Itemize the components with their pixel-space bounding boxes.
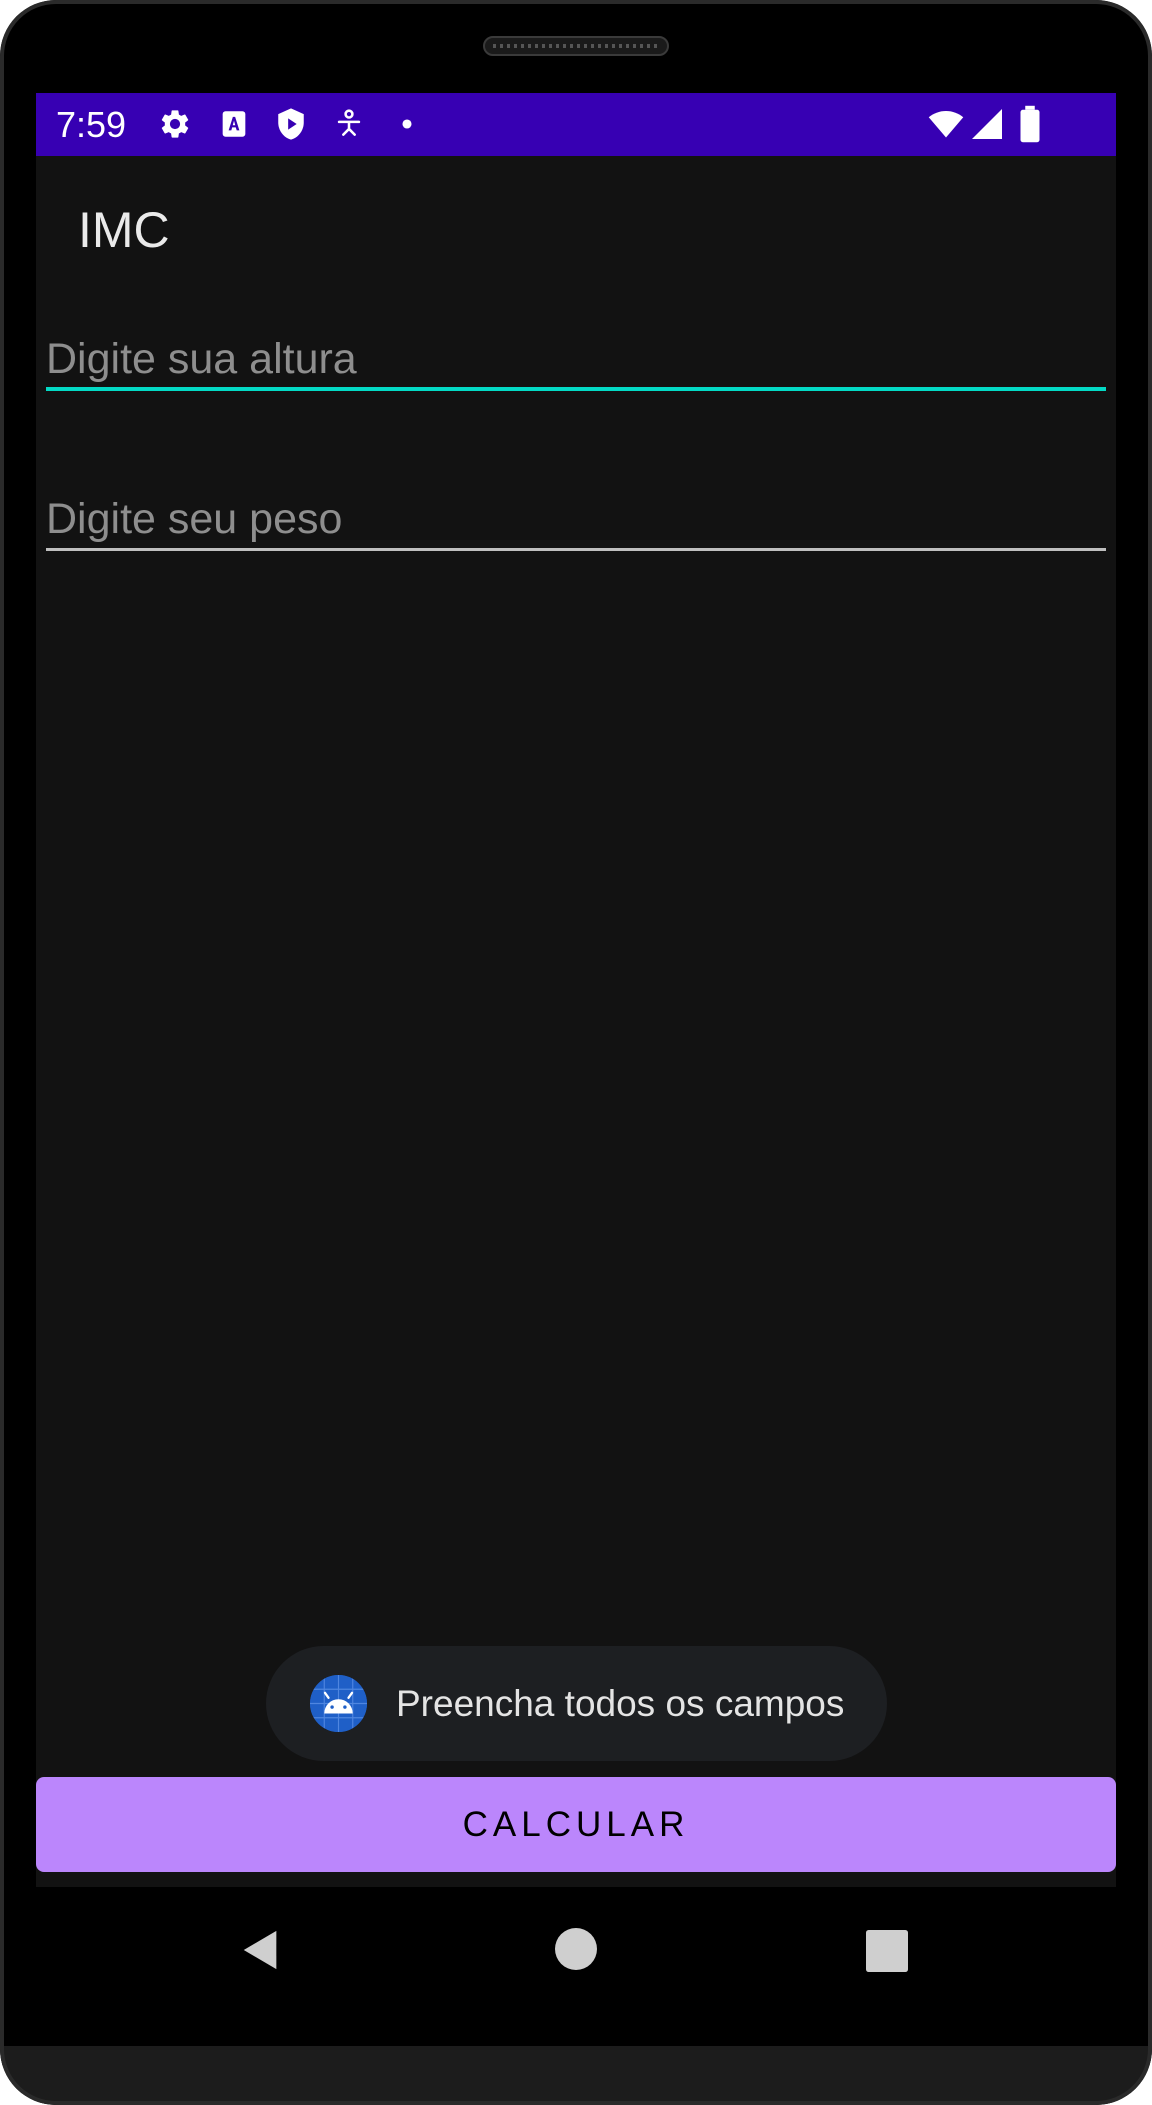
accessibility-icon	[337, 109, 361, 136]
font-a-icon	[222, 111, 246, 137]
home-icon[interactable]	[555, 1928, 597, 1970]
status-time: 7:59	[56, 104, 127, 145]
height-field[interactable]	[46, 331, 1106, 391]
toast: Preencha todos os campos	[266, 1646, 887, 1761]
wifi-icon	[928, 110, 964, 138]
status-bar: 7:59	[36, 93, 1116, 156]
battery-icon	[1020, 105, 1040, 143]
android-icon	[310, 1675, 367, 1732]
back-icon[interactable]	[238, 1927, 284, 1973]
toast-message: Preencha todos os campos	[396, 1683, 845, 1724]
dot-icon	[402, 119, 412, 129]
calculate-button[interactable]: CALCULAR	[36, 1777, 1116, 1872]
phone-frame: 7:59 IMC Digite sua altura Digite seu pe…	[0, 0, 1152, 2105]
gear-icon	[161, 110, 189, 138]
height-input[interactable]	[46, 331, 1106, 387]
shield-play-icon	[278, 108, 304, 140]
recents-icon[interactable]	[866, 1930, 908, 1972]
nav-bar	[0, 1887, 1152, 2046]
app-title: IMC	[78, 202, 170, 258]
screen: 7:59 IMC Digite sua altura Digite seu pe…	[36, 93, 1116, 1887]
signal-icon	[972, 109, 1002, 139]
bottom-bezel	[0, 2046, 1152, 2105]
weight-input[interactable]	[46, 491, 1106, 547]
speaker-grille	[483, 36, 669, 56]
weight-field[interactable]	[46, 491, 1106, 551]
